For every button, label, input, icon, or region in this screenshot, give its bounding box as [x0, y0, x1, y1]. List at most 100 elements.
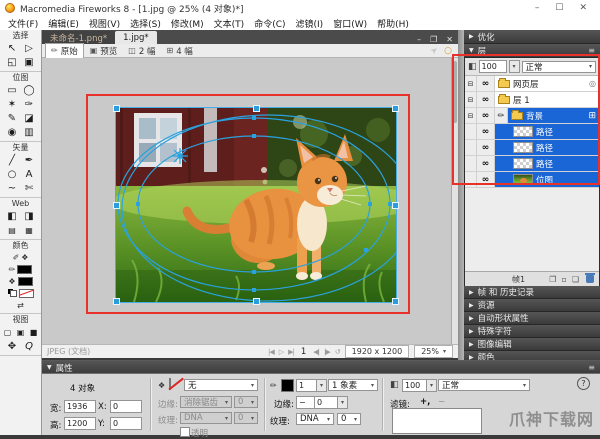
remove-filter-button[interactable]: − [438, 397, 445, 407]
stroke-color-swatch[interactable] [281, 379, 294, 392]
pen-tool-icon[interactable]: ✒ [21, 153, 38, 167]
delete-layer-trash-icon[interactable] [586, 275, 594, 283]
menu-window[interactable]: 窗口(W) [333, 17, 367, 30]
lasso-tool-icon[interactable]: ◯ [21, 83, 38, 97]
visibility-eye-icon[interactable]: ∞ [477, 124, 495, 139]
distribute-to-frames-icon[interactable]: ❐ [549, 275, 556, 284]
stroke-tip-caret[interactable]: ▾ [316, 379, 327, 392]
play-button[interactable]: ▷ [279, 348, 283, 356]
show-slices-tool-icon[interactable]: ▦ [21, 223, 38, 237]
rubber-stamp-tool-icon[interactable]: ▥ [21, 125, 38, 139]
brush-tool-icon[interactable]: ✑ [21, 97, 38, 111]
fill-color-swatch[interactable] [169, 378, 171, 390]
loop-button[interactable]: ↺ [335, 348, 340, 356]
canvas-area[interactable] [42, 58, 458, 344]
pencil-tool-icon[interactable]: ✎ [4, 111, 21, 125]
fill-color-swatch[interactable] [18, 277, 33, 286]
text-tool-icon[interactable]: A [21, 167, 38, 181]
stroke-edge-caret[interactable]: ▾ [337, 396, 348, 409]
visibility-eye-icon[interactable]: ∞ [477, 76, 495, 91]
new-layer-icon[interactable]: ❏ [572, 275, 579, 284]
default-colors-icon[interactable] [8, 289, 17, 297]
menu-view[interactable]: 视图(V) [89, 17, 120, 30]
opacity-caret[interactable]: ▾ [509, 60, 520, 73]
last-frame-button[interactable]: ▶| [288, 348, 294, 356]
assets-panel-header[interactable]: ▶ 资源 [464, 299, 600, 312]
rectangle-hotspot-tool-icon[interactable]: ◧ [4, 209, 21, 223]
hand-tool-icon[interactable]: ✥ [4, 339, 21, 353]
x-input[interactable]: 0 [110, 400, 142, 413]
knife-tool-icon[interactable]: ✄ [21, 181, 38, 195]
selection-handle-sw[interactable] [113, 298, 120, 305]
marquee-tool-icon[interactable]: ▭ [4, 83, 21, 97]
blur-tool-icon[interactable]: ◉ [4, 125, 21, 139]
frames-history-panel-header[interactable]: ▶ 帧 和 历史记录 [464, 286, 600, 299]
autoshape-properties-panel-header[interactable]: ▶ 自动形状属性 [464, 312, 600, 325]
kitten-photo[interactable] [116, 108, 396, 302]
no-color-icon[interactable] [19, 289, 34, 298]
selection-handle-w[interactable] [113, 202, 120, 209]
pointer-tool-icon[interactable]: ↖ [4, 41, 21, 55]
panel-menu-icon[interactable]: ≡ [588, 46, 595, 55]
menu-help[interactable]: 帮助(H) [377, 17, 409, 30]
layer-row-web-layer[interactable]: ⊟ ∞ 网页层 ◎ [465, 76, 599, 92]
fill-type-select[interactable]: 无▾ [184, 379, 258, 391]
hide-slices-tool-icon[interactable]: ▤ [4, 223, 21, 237]
stroke-texture-select[interactable]: DNA▾ [296, 413, 334, 425]
next-frame-button[interactable]: |▶ [324, 348, 330, 356]
scale-tool-icon[interactable]: ◱ [4, 55, 21, 69]
minimize-button[interactable]: – [535, 3, 540, 13]
view-mode-original[interactable]: ✏ 原始 [45, 43, 84, 59]
visibility-eye-icon[interactable]: ∞ [477, 92, 495, 107]
standard-screen-mode-icon[interactable]: ▢ [1, 325, 14, 339]
selection-handle-s[interactable] [253, 298, 260, 305]
anchor-star-handle[interactable] [172, 148, 188, 164]
selection-handle-nw[interactable] [113, 105, 120, 112]
visibility-eye-icon[interactable]: ∞ [477, 108, 495, 123]
special-characters-panel-header[interactable]: ▶ 特殊字符 [464, 325, 600, 338]
menu-edit[interactable]: 编辑(E) [48, 17, 79, 30]
line-tool-icon[interactable]: ╱ [4, 153, 21, 167]
menu-modify[interactable]: 修改(M) [171, 17, 204, 30]
layer-row-background[interactable]: ⊟ ∞ ✏ 背景 ⊞ [465, 108, 599, 124]
height-input[interactable]: 1200 [64, 417, 96, 430]
ellipse-tool-icon[interactable]: ○ [4, 167, 21, 181]
object-opacity-caret[interactable]: ▾ [426, 379, 437, 392]
stroke-edge-slider[interactable]: − [296, 396, 316, 409]
share-layer-icon[interactable]: ◎ [589, 79, 596, 88]
eraser-tool-icon[interactable]: ◪ [21, 111, 38, 125]
full-screen-mode-icon[interactable]: ■ [27, 325, 40, 339]
new-bitmap-icon[interactable]: ▫ [561, 275, 566, 284]
layer-row-layer1[interactable]: ⊟ ∞ 层 1 [465, 92, 599, 108]
selection-handle-e[interactable] [392, 202, 399, 209]
object-row-path-3[interactable]: ∞ 路径 [465, 156, 599, 172]
selection-handle-se[interactable] [392, 298, 399, 305]
transparent-checkbox[interactable] [180, 427, 190, 437]
view-mode-4up[interactable]: ⊞ 4 幅 [161, 44, 197, 58]
stroke-texture-amount[interactable]: 0▾ [337, 413, 361, 425]
menu-commands[interactable]: 命令(C) [254, 17, 285, 30]
selection-handle-n[interactable] [253, 105, 260, 112]
view-mode-preview[interactable]: ▣ 预览 [85, 44, 123, 58]
object-row-path-1[interactable]: ∞ 路径 [465, 124, 599, 140]
maximize-button[interactable]: ☐ [555, 3, 563, 13]
doc-restore-button[interactable]: ❐ [430, 35, 437, 44]
menu-file[interactable]: 文件(F) [8, 17, 38, 30]
add-filter-button[interactable]: +, [420, 397, 430, 407]
freeform-tool-icon[interactable]: ~ [4, 181, 21, 195]
doc-close-button[interactable]: ✕ [446, 35, 453, 44]
doc-minimize-button[interactable]: – [417, 35, 421, 44]
first-frame-button[interactable]: |◀ [268, 348, 274, 356]
swap-colors-icon[interactable]: ⇄ [17, 301, 24, 310]
width-input[interactable]: 1936 [64, 400, 96, 413]
layers-panel-header[interactable]: ▼ 层 ≡ [464, 44, 600, 58]
slice-tool-icon[interactable]: ◨ [21, 209, 38, 223]
zoom-level-dropdown[interactable]: 25% ▾ [414, 345, 453, 358]
expand-icon[interactable]: ⊟ [465, 108, 477, 123]
selection-handle-ne[interactable] [392, 105, 399, 112]
visibility-eye-icon[interactable]: ∞ [477, 172, 495, 187]
scrollbar-thumb[interactable] [453, 61, 457, 123]
stroke-category-select[interactable]: 1 象素▾ [328, 379, 378, 391]
document-tab-1jpg[interactable]: 1.jpg* [115, 31, 157, 44]
optimize-panel-header[interactable]: ▶ 优化 [464, 30, 600, 44]
